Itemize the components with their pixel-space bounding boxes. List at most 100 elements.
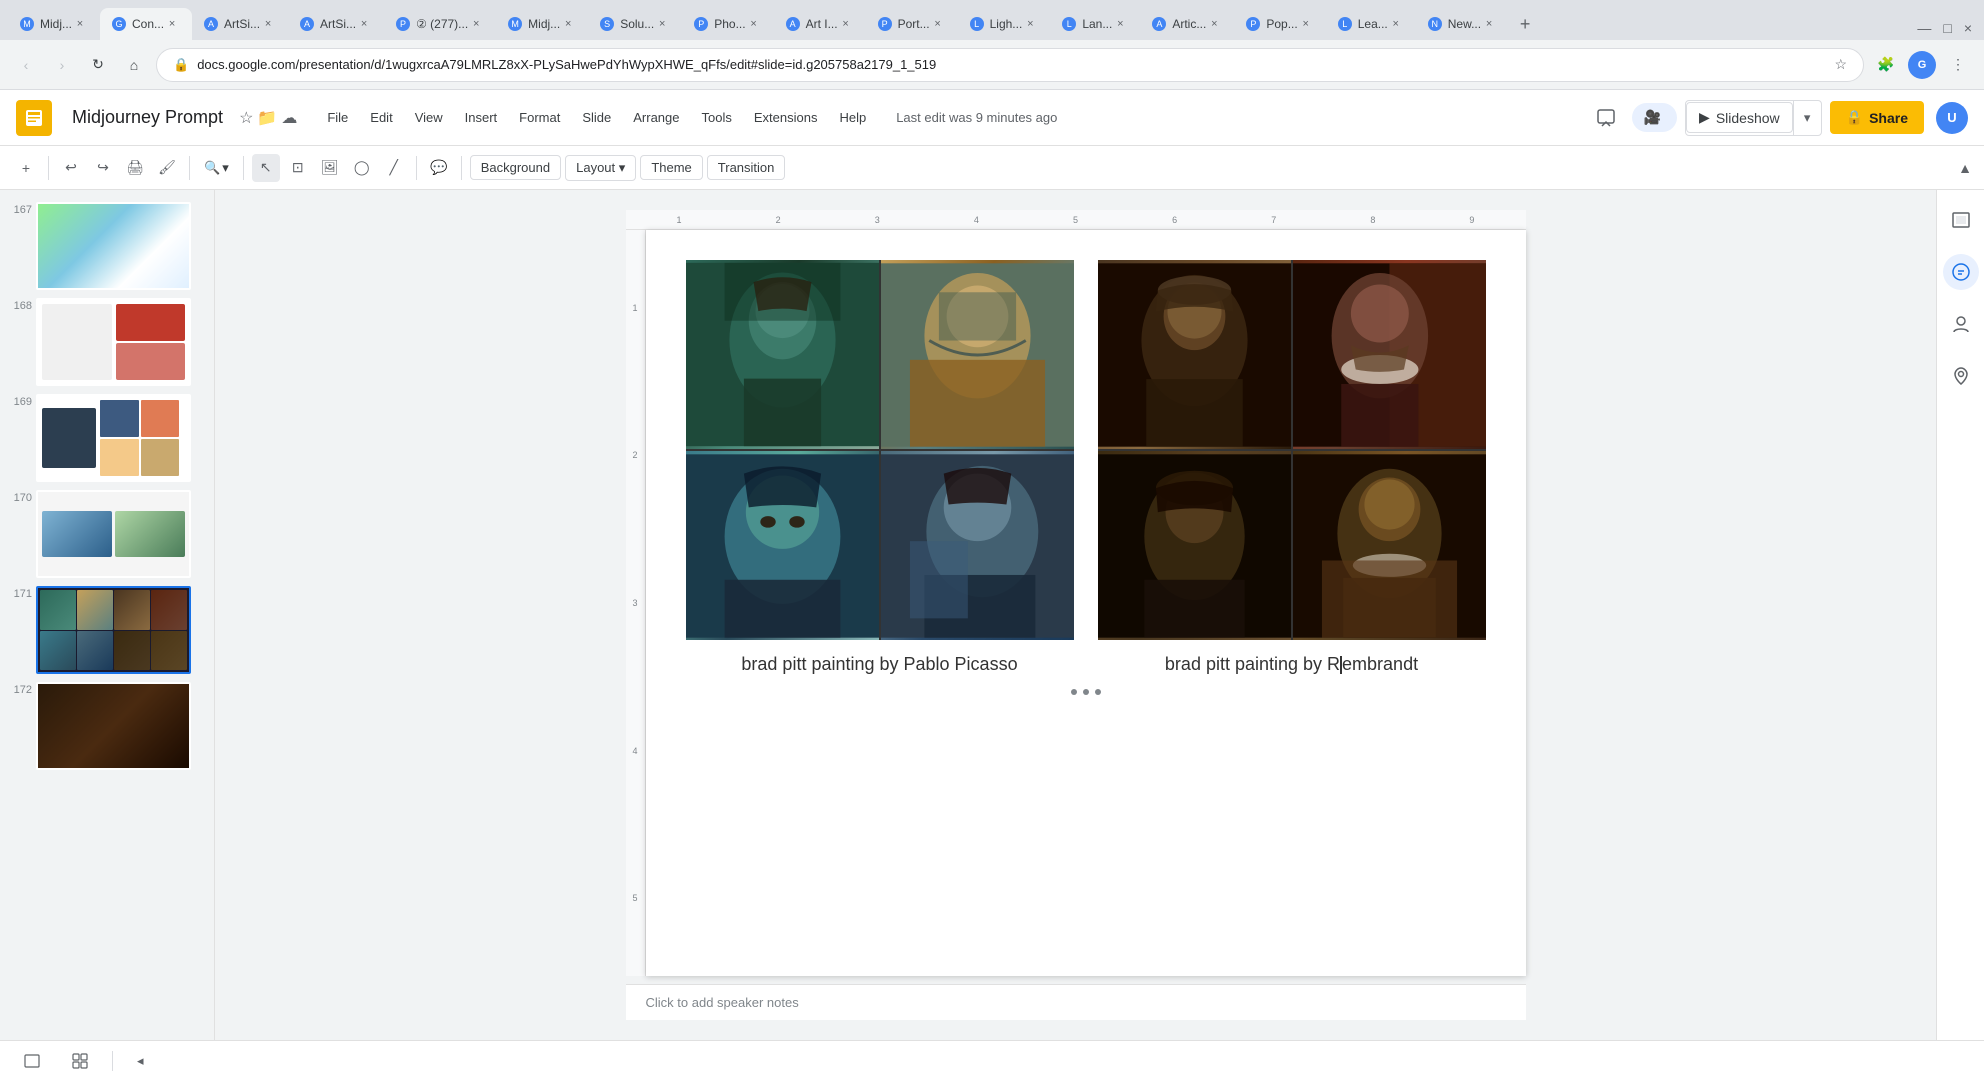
toolbar-cursor-button[interactable]: ↖ xyxy=(252,154,280,182)
slide-thumb-170[interactable] xyxy=(36,490,191,578)
toolbar-shapes-button[interactable]: ◯ xyxy=(348,154,376,182)
tab-close-solu[interactable]: × xyxy=(654,16,670,32)
menu-tools[interactable]: Tools xyxy=(692,104,742,131)
menu-extensions[interactable]: Extensions xyxy=(744,104,828,131)
menu-slide[interactable]: Slide xyxy=(572,104,621,131)
meet-button[interactable]: 🎥 xyxy=(1632,103,1677,132)
folder-icon[interactable]: 📁 xyxy=(257,108,277,128)
tab-concepts[interactable]: G Con... × xyxy=(100,8,192,40)
cloud-icon[interactable]: ☁ xyxy=(281,108,297,128)
tab-close-pinterest[interactable]: × xyxy=(468,16,484,32)
back-button[interactable]: ‹ xyxy=(12,51,40,79)
menu-arrange[interactable]: Arrange xyxy=(623,104,689,131)
tab-close-lea[interactable]: × xyxy=(1388,16,1404,32)
close-button[interactable]: × xyxy=(1960,16,1976,40)
tab-pho[interactable]: P Pho... × xyxy=(682,8,773,40)
comments-button[interactable] xyxy=(1588,100,1624,136)
slideshow-button[interactable]: ▶ Slideshow xyxy=(1686,102,1793,133)
sidebar-chat-icon[interactable] xyxy=(1943,254,1979,290)
user-avatar[interactable]: U xyxy=(1936,102,1968,134)
home-button[interactable]: ⌂ xyxy=(120,51,148,79)
collapse-panel-button[interactable]: ◂ xyxy=(129,1049,152,1073)
tab-lea[interactable]: L Lea... × xyxy=(1326,8,1416,40)
slide-thumb-168[interactable] xyxy=(36,298,191,386)
grid-view-button[interactable] xyxy=(64,1049,96,1073)
tab-pop[interactable]: P Pop... × xyxy=(1234,8,1325,40)
slide-item-171[interactable]: 171 xyxy=(0,582,214,678)
menu-format[interactable]: Format xyxy=(509,104,570,131)
sidebar-person-icon[interactable] xyxy=(1943,306,1979,342)
sidebar-location-icon[interactable] xyxy=(1943,358,1979,394)
menu-view[interactable]: View xyxy=(405,104,453,131)
tab-close-midjourney2[interactable]: × xyxy=(560,16,576,32)
extensions-button[interactable]: 🧩 xyxy=(1872,51,1900,79)
minimize-button[interactable]: — xyxy=(1913,16,1935,40)
tab-artsi1[interactable]: A ArtSi... × xyxy=(192,8,288,40)
toolbar-paint-format-button[interactable]: 🖌 xyxy=(153,154,181,182)
transition-button[interactable]: Transition xyxy=(707,155,786,180)
tab-midjourney2[interactable]: M Midj... × xyxy=(496,8,588,40)
slideshow-dropdown-button[interactable]: ▾ xyxy=(1793,101,1821,135)
tab-close-lan[interactable]: × xyxy=(1112,16,1128,32)
slide-canvas[interactable]: brad pitt painting by Pablo Picasso xyxy=(646,230,1526,976)
tab-artsi2[interactable]: A ArtSi... × xyxy=(288,8,384,40)
slide-thumb-172[interactable] xyxy=(36,682,191,770)
menu-insert[interactable]: Insert xyxy=(455,104,508,131)
tab-close-artsi2[interactable]: × xyxy=(356,16,372,32)
slide-item-168[interactable]: 168 xyxy=(0,294,214,390)
toolbar-add-button[interactable]: + xyxy=(12,154,40,182)
more-button[interactable]: ⋮ xyxy=(1944,51,1972,79)
tab-close-artic[interactable]: × xyxy=(1206,16,1222,32)
star-icon[interactable]: ☆ xyxy=(239,108,253,128)
slide-item-170[interactable]: 170 xyxy=(0,486,214,582)
toolbar-comment-button[interactable]: 💬 xyxy=(425,154,453,182)
menu-help[interactable]: Help xyxy=(829,104,876,131)
slide-thumb-167[interactable] xyxy=(36,202,191,290)
slide-item-169[interactable]: 169 xyxy=(0,390,214,486)
tab-close-concepts[interactable]: × xyxy=(164,16,180,32)
menu-file[interactable]: File xyxy=(317,104,358,131)
tab-close-pho[interactable]: × xyxy=(746,16,762,32)
tab-close-port[interactable]: × xyxy=(930,16,946,32)
theme-button[interactable]: Theme xyxy=(640,155,702,180)
slide-thumb-169[interactable] xyxy=(36,394,191,482)
slide-thumb-171[interactable] xyxy=(36,586,191,674)
tab-pinterest[interactable]: P ② (277)... × xyxy=(384,8,496,40)
tab-close-arti3[interactable]: × xyxy=(838,16,854,32)
refresh-button[interactable]: ↻ xyxy=(84,51,112,79)
tab-artic[interactable]: A Artic... × xyxy=(1140,8,1234,40)
tab-close-midjourney1[interactable]: × xyxy=(72,16,88,32)
toolbar-undo-button[interactable]: ↩ xyxy=(57,154,85,182)
tab-solu[interactable]: S Solu... × xyxy=(588,8,682,40)
tab-light[interactable]: L Ligh... × xyxy=(958,8,1051,40)
menu-edit[interactable]: Edit xyxy=(360,104,402,131)
bookmark-icon[interactable]: ☆ xyxy=(1834,56,1847,73)
canvas-area[interactable]: 123456789 12345 xyxy=(215,190,1936,1040)
toolbar-redo-button[interactable]: ↪ xyxy=(89,154,117,182)
url-bar[interactable]: 🔒 docs.google.com/presentation/d/1wugxrc… xyxy=(156,48,1864,82)
new-tab-button[interactable]: + xyxy=(1509,8,1541,40)
maximize-button[interactable]: □ xyxy=(1939,16,1955,40)
tab-port[interactable]: P Port... × xyxy=(866,8,958,40)
toolbar-print-button[interactable]: 🖨 xyxy=(121,154,149,182)
slide-item-167[interactable]: 167 xyxy=(0,198,214,294)
tab-close-light[interactable]: × xyxy=(1022,16,1038,32)
tab-midjourney1[interactable]: M Midj... × xyxy=(8,8,100,40)
tab-close-pop[interactable]: × xyxy=(1298,16,1314,32)
layout-button[interactable]: Layout ▾ xyxy=(565,155,636,181)
profile-icon[interactable]: G xyxy=(1908,51,1936,79)
slide-view-button[interactable] xyxy=(16,1049,48,1073)
toolbar-zoom-select[interactable]: 🔍 ▾ xyxy=(198,158,235,178)
share-button[interactable]: 🔒 Share xyxy=(1830,101,1924,134)
toolbar-select-button[interactable]: ⊡ xyxy=(284,154,312,182)
toolbar-line-button[interactable]: ╱ xyxy=(380,154,408,182)
tab-lan[interactable]: L Lan... × xyxy=(1050,8,1140,40)
tab-new[interactable]: N New... × xyxy=(1416,8,1509,40)
toolbar-image-button[interactable]: 🖼 xyxy=(316,154,344,182)
forward-button[interactable]: › xyxy=(48,51,76,79)
notes-area[interactable]: Click to add speaker notes xyxy=(626,984,1526,1020)
sidebar-slides-icon[interactable] xyxy=(1943,202,1979,238)
tab-arti3[interactable]: A Art I... × xyxy=(774,8,866,40)
slide-panel[interactable]: 167 168 xyxy=(0,190,215,1040)
tab-close-new[interactable]: × xyxy=(1481,16,1497,32)
